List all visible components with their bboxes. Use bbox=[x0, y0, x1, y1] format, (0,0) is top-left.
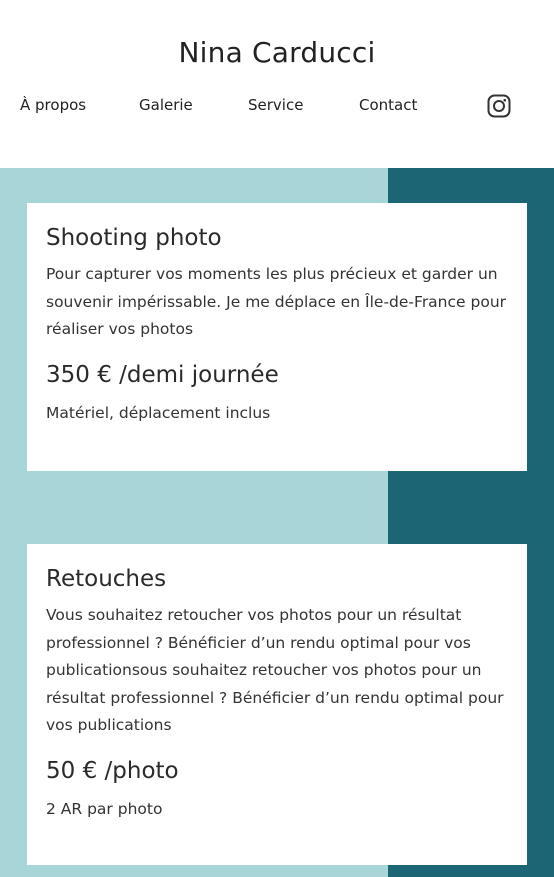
service-card-shooting: Shooting photo Pour capturer vos moments… bbox=[27, 203, 527, 471]
service-note: 2 AR par photo bbox=[46, 799, 163, 818]
service-price: 50 € /photo bbox=[46, 757, 179, 784]
service-note: Matériel, déplacement inclus bbox=[46, 403, 271, 422]
instagram-icon[interactable] bbox=[487, 94, 511, 118]
service-price: 350 € /demi journée bbox=[46, 361, 279, 388]
nav-item-galerie[interactable]: Galerie bbox=[139, 95, 193, 115]
main-nav: À propos Galerie Service Contact bbox=[0, 95, 554, 119]
service-description: Vous souhaitez retoucher vos photos pour… bbox=[46, 606, 504, 734]
service-title: Shooting photo bbox=[46, 225, 222, 251]
nav-item-service[interactable]: Service bbox=[248, 95, 303, 115]
service-description: Pour capturer vos moments les plus préci… bbox=[46, 265, 507, 338]
service-card-retouches: Retouches Vous souhaitez retoucher vos p… bbox=[27, 544, 527, 865]
service-title: Retouches bbox=[46, 566, 167, 592]
site-title: Nina Carducci bbox=[178, 36, 376, 69]
site-header: Nina Carducci À propos Galerie Service C… bbox=[0, 0, 554, 168]
nav-item-contact[interactable]: Contact bbox=[359, 95, 417, 115]
nav-item-a-propos[interactable]: À propos bbox=[20, 95, 86, 115]
